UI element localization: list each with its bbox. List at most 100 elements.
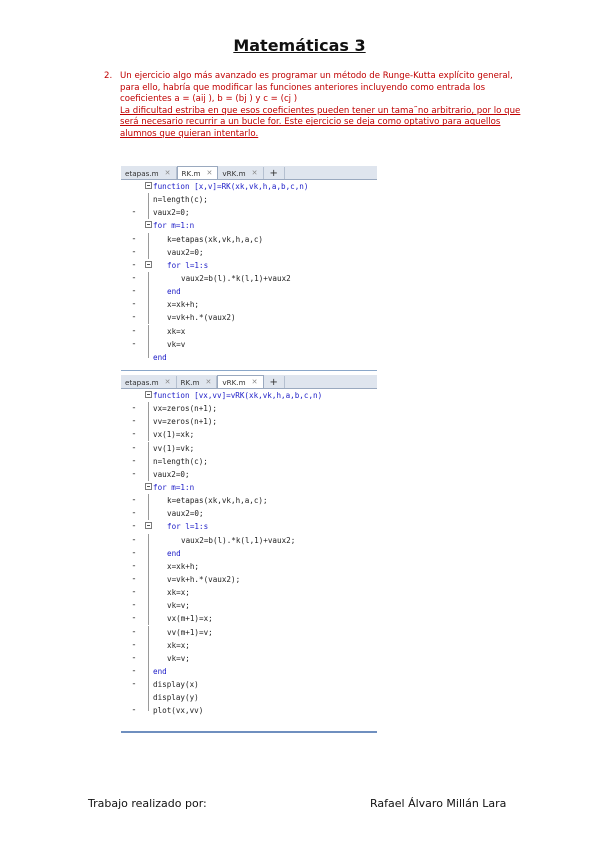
breakpoint-marker[interactable]: - bbox=[121, 298, 147, 311]
code-line[interactable]: for m=1:n bbox=[121, 481, 377, 494]
fold-toggle-icon[interactable] bbox=[145, 522, 152, 530]
breakpoint-marker[interactable]: - bbox=[121, 259, 147, 272]
tab-rk[interactable]: RK.m ✕ bbox=[176, 166, 219, 179]
code-line[interactable]: - vv(m+1)=v; bbox=[121, 625, 377, 639]
code-line[interactable]: for m=1:n bbox=[121, 219, 377, 232]
code-line[interactable]: - for l=1:s bbox=[121, 520, 377, 533]
code-line[interactable]: function [vx,vv]=vRK(xk,vk,h,a,b,c,n) bbox=[121, 389, 377, 402]
breakpoint-marker[interactable] bbox=[121, 351, 147, 364]
breakpoint-marker[interactable]: - bbox=[121, 415, 147, 428]
code-editor-vrk[interactable]: etapas.m ✕ RK.m ✕ vRK.m ✕ + function [vx… bbox=[121, 375, 377, 733]
code-line[interactable]: - end bbox=[121, 285, 377, 299]
code-line[interactable]: - vaux2=b(l).*k(l,1)+vaux2 bbox=[121, 271, 377, 285]
code-line[interactable]: - vv(1)=vk; bbox=[121, 441, 377, 455]
code-line[interactable]: n=length(c); bbox=[121, 193, 377, 207]
code-line[interactable]: - v=vk+h.*(vaux2) bbox=[121, 311, 377, 325]
code-line[interactable]: - v=vk+h.*(vaux2); bbox=[121, 572, 377, 586]
breakpoint-marker[interactable] bbox=[121, 193, 147, 206]
code-editor-rk[interactable]: etapas.m ✕ RK.m ✕ vRK.m ✕ + function [x,… bbox=[121, 166, 377, 371]
breakpoint-marker[interactable]: - bbox=[121, 586, 147, 599]
breakpoint-marker[interactable]: - bbox=[121, 599, 147, 612]
breakpoint-marker[interactable] bbox=[121, 389, 147, 402]
code-line[interactable]: - display(x) bbox=[121, 678, 377, 692]
breakpoint-marker[interactable]: - bbox=[121, 547, 147, 560]
close-icon[interactable]: ✕ bbox=[206, 378, 212, 386]
breakpoint-marker[interactable]: - bbox=[121, 520, 147, 533]
code-line[interactable]: - vaux2=0; bbox=[121, 507, 377, 521]
code-line[interactable]: - vk=v bbox=[121, 337, 377, 351]
fold-toggle-icon[interactable] bbox=[145, 482, 152, 490]
code-line[interactable]: - vx=zeros(n+1); bbox=[121, 402, 377, 416]
breakpoint-marker[interactable]: - bbox=[121, 612, 147, 625]
code-line[interactable]: - plot(vx,vv) bbox=[121, 704, 377, 717]
close-icon[interactable]: ✕ bbox=[165, 378, 171, 386]
breakpoint-marker[interactable]: - bbox=[121, 272, 147, 285]
code-area[interactable]: function [vx,vv]=vRK(xk,vk,h,a,b,c,n) - vx… bbox=[121, 389, 377, 718]
code-line[interactable]: - vaux2=b(l).*k(l,1)+vaux2; bbox=[121, 533, 377, 547]
breakpoint-marker[interactable]: - bbox=[121, 468, 147, 481]
code-line[interactable]: - for l=1:s bbox=[121, 259, 377, 272]
code-line[interactable]: - x=xk+h; bbox=[121, 559, 377, 573]
new-tab-button[interactable]: + bbox=[264, 167, 285, 179]
close-icon[interactable]: ✕ bbox=[207, 169, 213, 177]
breakpoint-marker[interactable]: - bbox=[121, 246, 147, 259]
breakpoint-marker[interactable]: - bbox=[121, 626, 147, 639]
code-line[interactable]: - n=length(c); bbox=[121, 454, 377, 468]
code-line[interactable]: - vaux2=0; bbox=[121, 245, 377, 259]
breakpoint-marker[interactable]: - bbox=[121, 507, 147, 520]
breakpoint-marker[interactable]: - bbox=[121, 665, 147, 678]
tab-rk[interactable]: RK.m ✕ bbox=[177, 376, 218, 388]
code-line[interactable]: - vk=v; bbox=[121, 599, 377, 613]
tab-vrk[interactable]: vRK.m ✕ bbox=[218, 167, 264, 179]
code-line[interactable]: - k=etapas(xk,vk,h,a,c); bbox=[121, 494, 377, 508]
breakpoint-marker[interactable]: - bbox=[121, 311, 147, 324]
breakpoint-marker[interactable]: - bbox=[121, 233, 147, 246]
breakpoint-marker[interactable]: - bbox=[121, 560, 147, 573]
code-line[interactable]: - x=xk+h; bbox=[121, 298, 377, 312]
fold-toggle-icon[interactable] bbox=[145, 391, 152, 398]
breakpoint-marker[interactable]: - bbox=[121, 402, 147, 415]
code-line[interactable]: end bbox=[121, 350, 377, 364]
code-line[interactable]: - vv=zeros(n+1); bbox=[121, 415, 377, 429]
code-area[interactable]: function [x,v]=RK(xk,vk,h,a,b,c,n) n=leng… bbox=[121, 180, 377, 364]
new-tab-button[interactable]: + bbox=[264, 376, 285, 388]
code-line[interactable]: - xk=x; bbox=[121, 586, 377, 600]
code-line[interactable]: - xk=x; bbox=[121, 638, 377, 652]
breakpoint-marker[interactable]: - bbox=[121, 678, 147, 691]
code-line[interactable]: display(y) bbox=[121, 691, 377, 705]
breakpoint-marker[interactable]: - bbox=[121, 455, 147, 468]
fold-toggle-icon[interactable] bbox=[145, 221, 152, 229]
code-line[interactable]: - vx(1)=xk; bbox=[121, 428, 377, 442]
breakpoint-marker[interactable]: - bbox=[121, 534, 147, 547]
breakpoint-marker[interactable] bbox=[121, 691, 147, 704]
breakpoint-marker[interactable] bbox=[121, 481, 147, 494]
tab-etapas[interactable]: etapas.m ✕ bbox=[121, 376, 177, 388]
close-icon[interactable]: ✕ bbox=[165, 169, 171, 177]
code-line[interactable]: - end bbox=[121, 664, 377, 678]
breakpoint-marker[interactable]: - bbox=[121, 639, 147, 652]
breakpoint-marker[interactable] bbox=[121, 219, 147, 232]
breakpoint-marker[interactable]: - bbox=[121, 428, 147, 441]
breakpoint-marker[interactable]: - bbox=[121, 338, 147, 351]
code-line[interactable]: - vx(m+1)=x; bbox=[121, 612, 377, 626]
breakpoint-marker[interactable]: - bbox=[121, 442, 147, 455]
tab-vrk[interactable]: vRK.m ✕ bbox=[217, 375, 264, 388]
code-line[interactable]: - k=etapas(xk,vk,h,a,c) bbox=[121, 232, 377, 246]
breakpoint-marker[interactable]: - bbox=[121, 573, 147, 586]
breakpoint-marker[interactable]: - bbox=[121, 206, 147, 219]
code-line[interactable]: - vaux2=0; bbox=[121, 467, 377, 481]
code-line[interactable]: function [x,v]=RK(xk,vk,h,a,b,c,n) bbox=[121, 180, 377, 193]
code-line[interactable]: - xk=x bbox=[121, 324, 377, 338]
fold-toggle-icon[interactable] bbox=[145, 260, 152, 268]
code-line[interactable]: - vk=v; bbox=[121, 651, 377, 665]
tab-etapas[interactable]: etapas.m ✕ bbox=[121, 167, 177, 179]
breakpoint-marker[interactable]: - bbox=[121, 285, 147, 298]
close-icon[interactable]: ✕ bbox=[252, 378, 258, 386]
breakpoint-marker[interactable] bbox=[121, 180, 147, 193]
fold-toggle-icon[interactable] bbox=[145, 182, 152, 189]
breakpoint-marker[interactable]: - bbox=[121, 704, 147, 717]
breakpoint-marker[interactable]: - bbox=[121, 325, 147, 338]
code-line[interactable]: - vaux2=0; bbox=[121, 206, 377, 220]
breakpoint-marker[interactable]: - bbox=[121, 494, 147, 507]
breakpoint-marker[interactable]: - bbox=[121, 652, 147, 665]
